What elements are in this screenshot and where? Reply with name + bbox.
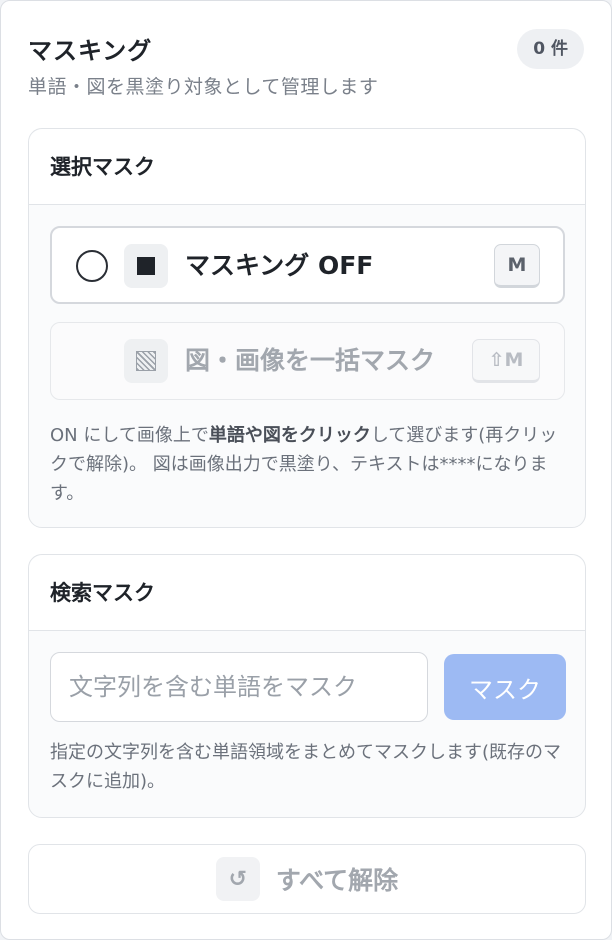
- panel-title: マスキング: [28, 37, 153, 65]
- shortcut-key-m: M: [494, 244, 540, 288]
- hatched-square-icon: [124, 339, 168, 383]
- mask-all-figures-label: 図・画像を一括マスク: [185, 346, 436, 375]
- masking-toggle-button[interactable]: マスキング OFF M: [50, 226, 565, 304]
- search-mask-description: 指定の文字列を含む単語領域をまとめてマスクします(既存のマスクに追加)。: [50, 742, 562, 792]
- masking-toggle-label: マスキング OFF: [185, 251, 374, 280]
- mask-all-figures-button[interactable]: 図・画像を一括マスク ⇧M: [50, 322, 565, 400]
- search-mask-input[interactable]: [50, 652, 428, 722]
- undo-icon: ↺: [215, 857, 260, 901]
- panel-header: マスキング: [28, 31, 587, 66]
- desc-text-bold: 単語や図をクリック: [208, 425, 371, 446]
- desc-text-1: ON にして画像上で: [50, 425, 209, 446]
- select-mask-card: 選択マスク マスキング OFF M 図・画像を一括マスク ⇧M ON にして画像…: [28, 128, 586, 528]
- masking-panel: マスキング 0 件 単語・図を黒塗り対象として管理します 選択マスク マスキング…: [0, 0, 612, 940]
- select-mask-heading: 選択マスク: [29, 129, 585, 205]
- clear-all-label: すべて解除: [275, 866, 399, 895]
- toggle-radio-icon: [76, 250, 108, 282]
- mask-count-badge: 0 件: [517, 29, 584, 69]
- shortcut-key-shift-m: ⇧M: [472, 339, 540, 383]
- select-mask-description: ON にして画像上で単語や図をクリックして選びます(再クリックで解除)。 図は画…: [50, 421, 567, 508]
- mask-submit-button[interactable]: マスク: [444, 654, 566, 720]
- search-mask-card: 検索マスク マスク 指定の文字列を含む単語領域をまとめてマスクします(既存のマス…: [28, 554, 586, 818]
- clear-all-button[interactable]: ↺ すべて解除: [28, 844, 586, 914]
- search-mask-heading: 検索マスク: [29, 555, 585, 631]
- filled-square-icon: [124, 244, 168, 288]
- panel-subtitle: 単語・図を黒塗り対象として管理します: [28, 76, 379, 98]
